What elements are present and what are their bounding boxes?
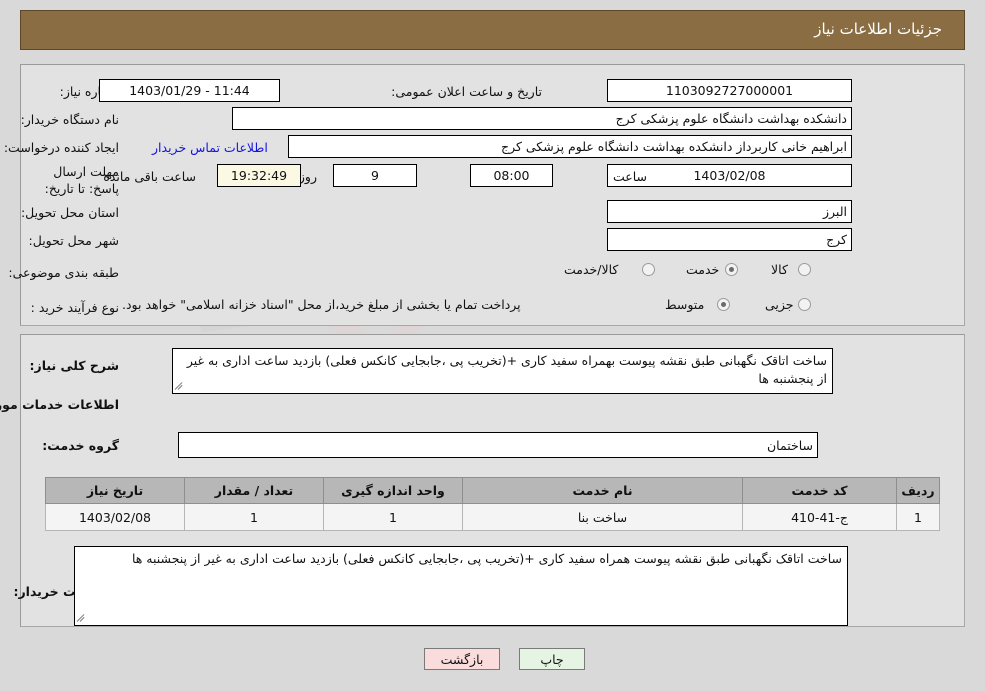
col-name: نام خدمت: [462, 477, 743, 504]
service-group-label: گروه خدمت:: [42, 438, 119, 453]
remaining-days-field[interactable]: 9: [333, 164, 417, 187]
announce-datetime-field[interactable]: 1403/01/29 - 11:44: [99, 79, 280, 102]
print-button[interactable]: چاپ: [519, 648, 585, 670]
cell-unit: 1: [323, 503, 463, 531]
resize-grip-icon[interactable]: [175, 383, 184, 392]
radio-category-kala[interactable]: [798, 263, 811, 276]
table-header-row: ردیف کد خدمت نام خدمت واحد اندازه گیری ت…: [45, 477, 940, 504]
radio-category-kala-khedmat-label: کالا/خدمت: [564, 262, 619, 277]
buyer-contact-link[interactable]: اطلاعات تماس خریدار: [152, 140, 268, 155]
need-details-page: AriaTender.net جزئیات اطلاعات نیاز شماره…: [0, 0, 985, 691]
service-group-field[interactable]: ساختمان: [178, 432, 818, 458]
page-title: جزئیات اطلاعات نیاز: [814, 20, 942, 38]
countdown-field: 19:32:49: [217, 164, 301, 187]
cell-radif: 1: [896, 503, 940, 531]
radio-process-jozei-label: جزیی: [765, 297, 794, 312]
radio-process-jozei[interactable]: [798, 298, 811, 311]
buyer-org-label: نام دستگاه خریدار:: [20, 112, 119, 127]
col-code: کد خدمت: [742, 477, 897, 504]
requester-field[interactable]: ابراهیم خانی کاربرداز دانشکده بهداشت دان…: [288, 135, 852, 158]
category-label: طبقه بندی موضوعی:: [8, 265, 119, 280]
buyer-notes-textarea[interactable]: ساخت اتاقک نگهبانی طبق نقشه پیوست همراه …: [74, 546, 848, 626]
col-radif: ردیف: [896, 477, 940, 504]
process-label: نوع فرآیند خرید :: [30, 300, 119, 315]
cell-quantity: 1: [184, 503, 324, 531]
requester-label: ایجاد کننده درخواست:: [3, 140, 119, 155]
province-label: استان محل تحویل:: [20, 205, 119, 220]
resize-grip-icon-2[interactable]: [77, 615, 86, 624]
payment-note: پرداخت تمام یا بخشی از مبلغ خرید،از محل …: [122, 297, 521, 312]
countdown-label: ساعت باقی مانده: [103, 169, 196, 184]
radio-category-khedmat[interactable]: [725, 263, 738, 276]
need-number-field[interactable]: 1103092727000001: [607, 79, 852, 102]
need-description-label: شرح کلی نیاز:: [29, 358, 119, 373]
col-need-date: تاریخ نیاز: [45, 477, 185, 504]
buyer-notes-text: ساخت اتاقک نگهبانی طبق نقشه پیوست همراه …: [131, 551, 842, 566]
need-description-text: ساخت اتاقک نگهبانی طبق نقشه پیوست بهمراه…: [186, 353, 827, 387]
table-row[interactable]: 1 ج-41-410 ساخت بنا 1 1 1403/02/08: [45, 503, 940, 531]
cell-name: ساخت بنا: [462, 503, 743, 531]
announce-datetime-label: تاریخ و ساعت اعلان عمومی:: [391, 84, 542, 99]
city-field[interactable]: کرج: [607, 228, 852, 251]
radio-process-motavaset[interactable]: [717, 298, 730, 311]
services-table: ردیف کد خدمت نام خدمت واحد اندازه گیری ت…: [45, 477, 940, 531]
need-summary-panel: [20, 64, 965, 326]
deadline-hour-label: ساعت: [612, 169, 647, 184]
buyer-org-field[interactable]: دانشکده بهداشت دانشگاه علوم پزشکی کرج: [232, 107, 852, 130]
radio-category-khedmat-label: خدمت: [686, 262, 720, 277]
province-field[interactable]: البرز: [607, 200, 852, 223]
cell-code: ج-41-410: [742, 503, 897, 531]
services-heading: اطلاعات خدمات مورد نیاز: [0, 397, 119, 412]
col-unit: واحد اندازه گیری: [323, 477, 463, 504]
page-header-bar: جزئیات اطلاعات نیاز: [20, 10, 965, 50]
city-label: شهر محل تحویل:: [28, 233, 119, 248]
radio-process-motavaset-label: متوسط: [665, 297, 705, 312]
back-button[interactable]: بازگشت: [424, 648, 500, 670]
col-quantity: تعداد / مقدار: [184, 477, 324, 504]
cell-need-date: 1403/02/08: [45, 503, 185, 531]
need-description-textarea[interactable]: ساخت اتاقک نگهبانی طبق نقشه پیوست بهمراه…: [172, 348, 833, 394]
radio-category-kala-khedmat[interactable]: [642, 263, 655, 276]
deadline-hour-field[interactable]: 08:00: [470, 164, 553, 187]
radio-category-kala-label: کالا: [771, 262, 788, 277]
